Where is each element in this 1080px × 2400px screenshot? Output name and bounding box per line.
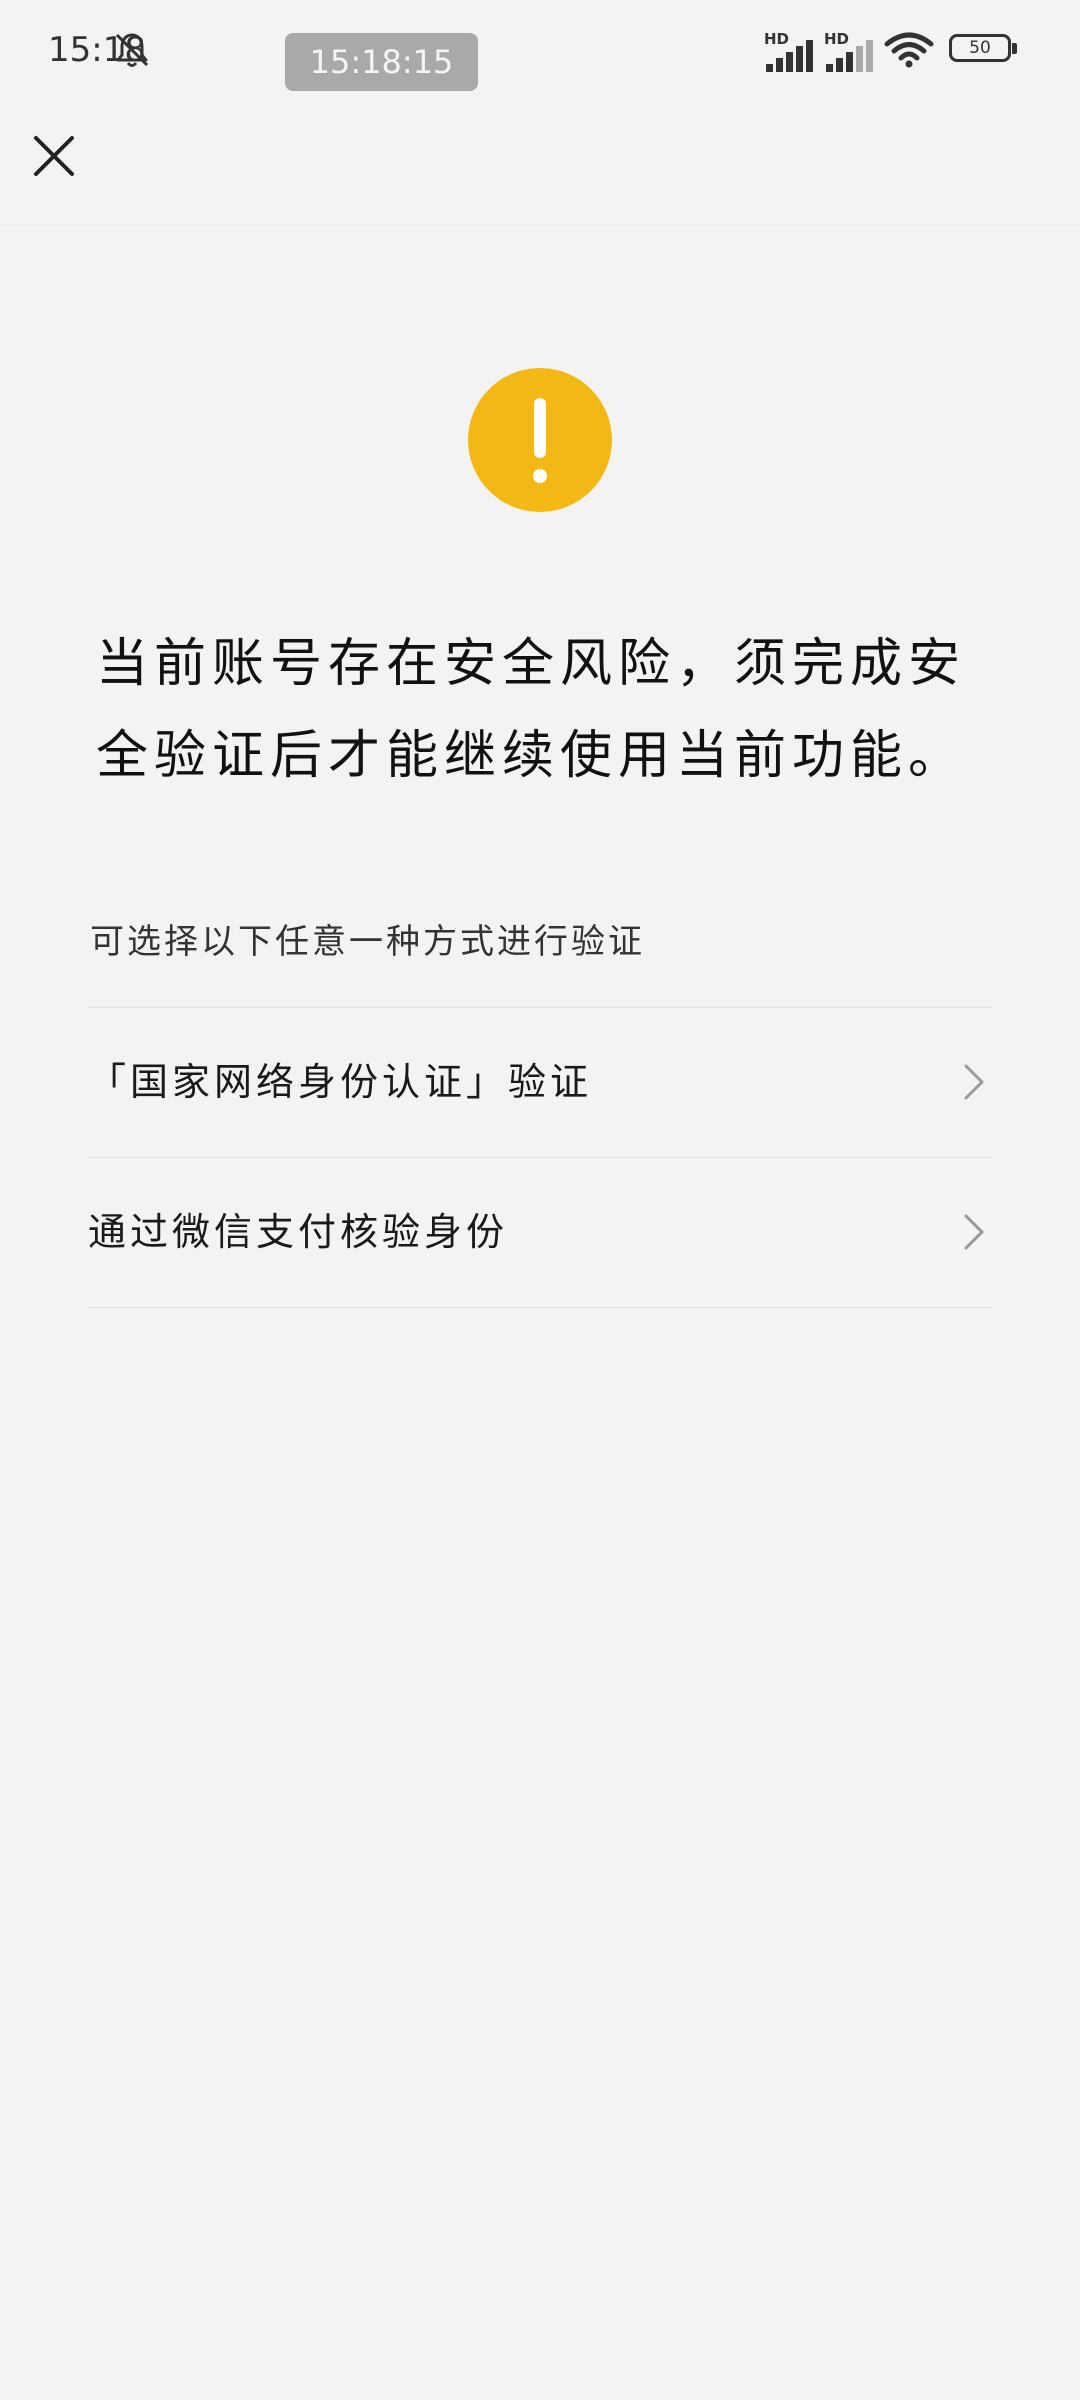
- option-label: 通过微信支付核验身份: [88, 1210, 509, 1254]
- security-warning-message: 当前账号存在安全风险，须完成安 全验证后才能继续使用当前功能。: [96, 618, 996, 802]
- status-bar: 15:18 15:18:15 HD HD 50: [0, 0, 1080, 110]
- nav-divider: [0, 224, 1080, 225]
- close-button[interactable]: [28, 130, 80, 182]
- national-network-id-verification-option[interactable]: 「国家网络身份认证」验证: [88, 1008, 992, 1156]
- signal-indicator-2: HD: [824, 30, 880, 72]
- wifi-icon: [884, 32, 934, 68]
- close-icon: [34, 136, 74, 176]
- clock-pill: 15:18:15: [285, 33, 478, 91]
- warning-icon: [468, 368, 612, 512]
- divider: [88, 1307, 992, 1308]
- signal-icon: [766, 40, 813, 72]
- signal-indicator-1: HD: [764, 30, 820, 72]
- battery-level: 50: [969, 38, 991, 58]
- wechat-pay-verification-option[interactable]: 通过微信支付核验身份: [88, 1158, 992, 1306]
- warning-message-line-2: 全验证后才能继续使用当前功能。: [96, 726, 967, 786]
- bell-muted-icon: [112, 30, 152, 70]
- chevron-right-icon: [960, 1060, 988, 1104]
- chevron-right-icon: [960, 1210, 988, 1254]
- battery-icon: 50: [949, 34, 1019, 66]
- signal-icon: [826, 40, 873, 72]
- option-label: 「国家网络身份认证」验证: [88, 1060, 593, 1104]
- verification-method-hint: 可选择以下任意一种方式进行验证: [90, 922, 645, 962]
- warning-message-line-1: 当前账号存在安全风险，须完成安: [96, 634, 967, 694]
